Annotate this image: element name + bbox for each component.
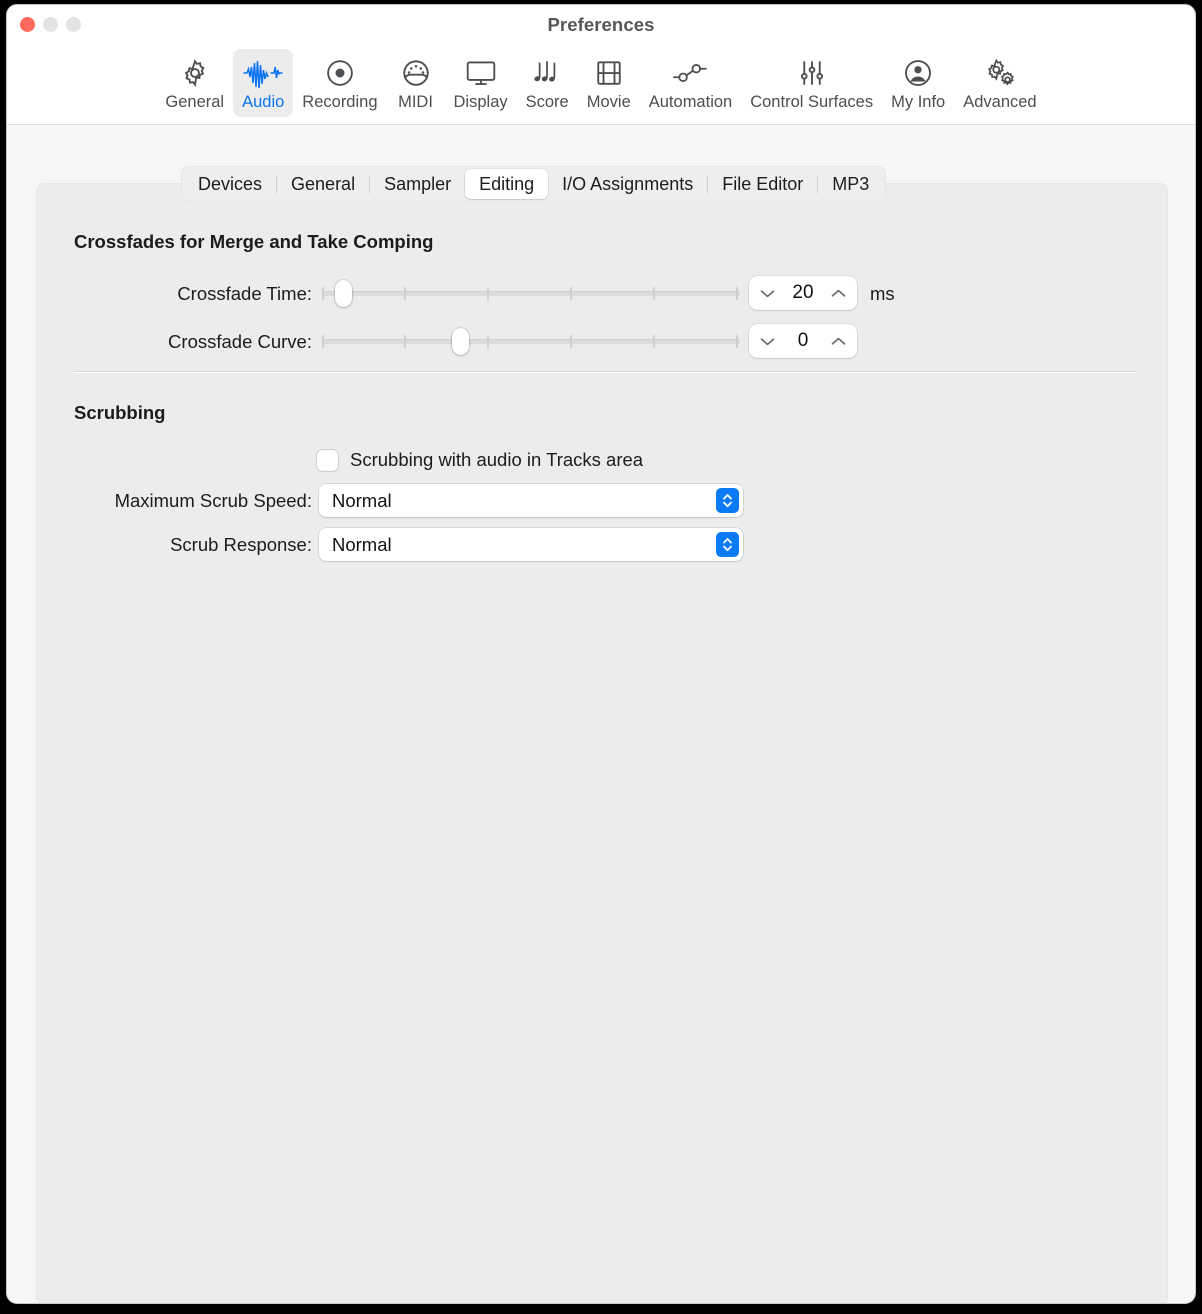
slider-tick [404,335,406,348]
slider-tick [322,335,324,348]
toolbar-item-my-info[interactable]: My Info [882,49,954,117]
section-title-crossfades: Crossfades for Merge and Take Comping [74,231,434,252]
crossfade-curve-label: Crossfade Curve: [168,331,312,352]
toolbar-item-label: My Info [891,93,946,111]
maximum-scrub-speed-popup[interactable]: Normal [319,484,743,517]
slider-thumb[interactable] [452,328,469,355]
preferences-toolbar: General Audio Recording MIDI Display Sco… [7,47,1195,125]
slider-tick [653,287,655,300]
section-divider [74,371,1136,372]
scrub-response-label: Scrub Response: [170,534,312,555]
slider-tick [570,287,572,300]
preferences-window: Preferences General Audio Recording MIDI… [6,4,1196,1304]
toolbar-item-label: Display [453,93,508,111]
tab-label: Editing [479,173,535,194]
waveform-icon [242,56,284,90]
audio-subtab-bar: Devices General Sampler Editing I/O Assi… [181,166,887,202]
chevron-down-icon[interactable] [759,336,776,347]
tab-sampler[interactable]: Sampler [370,169,465,199]
music-notes-icon [532,56,562,90]
scrubbing-audio-checkbox-row[interactable]: Scrubbing with audio in Tracks area [317,449,643,471]
crossfade-time-unit: ms [870,283,895,304]
crossfade-curve-stepper[interactable]: 0 [749,324,857,358]
editing-settings-panel: Crossfades for Merge and Take Comping Cr… [36,183,1168,1303]
slider-tick [404,287,406,300]
toolbar-item-label: Score [525,93,569,111]
slider-track [322,339,740,344]
double-gear-icon [984,56,1016,90]
toolbar-item-general[interactable]: General [156,49,233,117]
toolbar-item-display[interactable]: Display [445,49,517,117]
toolbar-item-midi[interactable]: MIDI [387,49,445,117]
chevron-up-down-icon[interactable] [716,488,739,513]
crossfade-time-stepper[interactable]: 20 [749,276,857,310]
toolbar-item-control-surfaces[interactable]: Control Surfaces [741,49,882,117]
record-circle-icon [325,56,355,90]
crossfade-time-label: Crossfade Time: [177,283,312,304]
film-strip-icon [595,56,623,90]
scrubbing-audio-label: Scrubbing with audio in Tracks area [350,449,644,470]
tab-file-editor[interactable]: File Editor [708,169,817,199]
toolbar-item-label: Audio [242,93,285,111]
crossfade-time-slider[interactable] [322,280,740,307]
scrub-response-popup[interactable]: Normal [319,528,743,561]
tab-general[interactable]: General [277,169,369,199]
chevron-up-icon[interactable] [830,336,847,347]
person-circle-icon [903,56,933,90]
slider-tick [487,287,489,300]
section-title-scrubbing: Scrubbing [74,402,166,423]
tab-label: Devices [198,173,263,194]
toolbar-item-label: Control Surfaces [750,93,874,111]
slider-tick [570,335,572,348]
slider-track [322,291,740,296]
toolbar-item-recording[interactable]: Recording [293,49,386,117]
gear-icon [180,56,210,90]
tab-label: Sampler [384,173,452,194]
toolbar-item-label: Movie [586,93,631,111]
toolbar-item-automation[interactable]: Automation [640,49,741,117]
toolbar-item-advanced[interactable]: Advanced [954,49,1045,117]
tab-devices[interactable]: Devices [184,169,276,199]
tab-label: File Editor [722,173,804,194]
slider-tick [736,287,738,300]
tab-editing[interactable]: Editing [465,169,549,199]
tab-label: MP3 [832,173,870,194]
monitor-icon [465,56,497,90]
chevron-up-down-icon[interactable] [716,532,739,557]
tab-label: General [291,173,356,194]
page-title: Preferences [547,14,655,35]
tab-mp3[interactable]: MP3 [818,169,883,199]
automation-node-icon [671,56,709,90]
sliders-icon [797,56,827,90]
midi-plug-icon [401,56,431,90]
crossfade-curve-value: 0 [797,330,809,351]
preferences-body: Devices General Sampler Editing I/O Assi… [7,125,1195,1303]
toolbar-item-audio[interactable]: Audio [233,49,294,117]
slider-tick [487,335,489,348]
maximum-scrub-speed-label: Maximum Scrub Speed: [114,490,312,511]
crossfade-time-value: 20 [792,282,814,303]
toolbar-item-label: MIDI [398,93,433,111]
window-titlebar: Preferences [7,5,1195,47]
toolbar-item-label: Advanced [963,93,1037,111]
chevron-up-icon[interactable] [830,288,847,299]
toolbar-item-movie[interactable]: Movie [578,49,640,117]
slider-tick [736,335,738,348]
maximum-scrub-speed-value: Normal [332,489,392,511]
slider-thumb[interactable] [335,280,352,307]
toolbar-item-label: General [165,93,225,111]
tab-label: I/O Assignments [562,173,694,194]
tab-io-assignments[interactable]: I/O Assignments [548,169,707,199]
scrub-response-value: Normal [332,533,392,555]
scrubbing-audio-checkbox[interactable] [317,449,338,471]
slider-tick [322,287,324,300]
toolbar-item-label: Automation [648,93,733,111]
slider-tick [653,335,655,348]
toolbar-item-score[interactable]: Score [517,49,578,117]
toolbar-item-label: Recording [302,93,378,111]
chevron-down-icon[interactable] [759,288,776,299]
crossfade-curve-slider[interactable] [322,328,740,355]
